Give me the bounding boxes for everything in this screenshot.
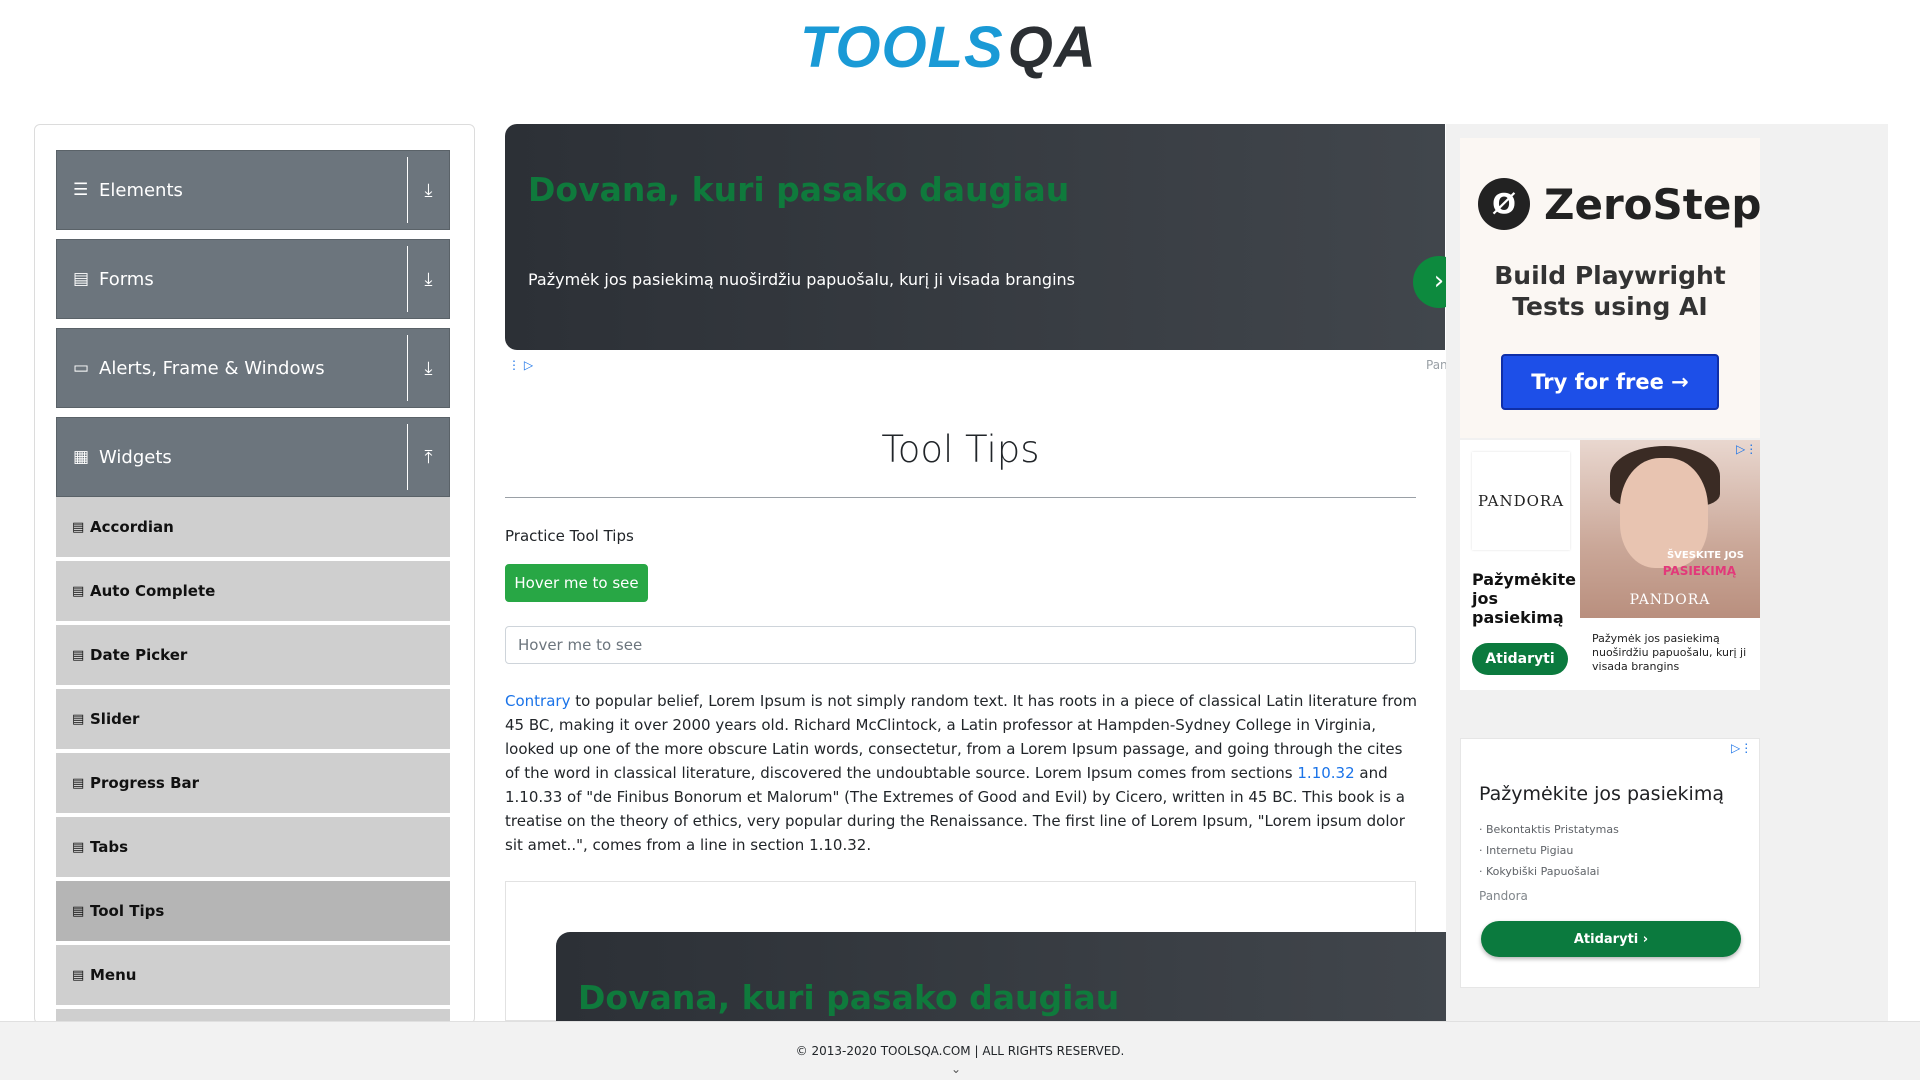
try-for-free-button[interactable]: Try for free → (1501, 354, 1719, 410)
hover-button[interactable]: Hover me to see (505, 564, 648, 602)
divider (505, 497, 1416, 498)
adchoices-icon[interactable]: ▷⋮ (1736, 442, 1757, 456)
menu-icon: ☰ (73, 180, 89, 200)
ad-brand: Pandora (1479, 889, 1528, 903)
item-icon: ▤ (72, 647, 85, 663)
sidebar-group-alerts[interactable]: ▭ Alerts, Frame & Windows ⤓ (56, 328, 450, 408)
adchoices-icon[interactable]: ▷⋮ (1731, 741, 1752, 755)
sidebar-item-tabs[interactable]: ▤ Tabs (56, 817, 450, 879)
tagline-line-1: Build Playwright (1494, 261, 1726, 290)
section-link[interactable]: 1.10.32 (1297, 764, 1354, 782)
photo-text: PASIEKIMĄ (1662, 564, 1736, 578)
sidebar-item-accordian[interactable]: ▤ Accordian (56, 497, 450, 559)
sidebar-item-slider[interactable]: ▤ Slider (56, 689, 450, 751)
sidebar-group-widgets[interactable]: ▦ Widgets ⤒ (56, 417, 450, 497)
pandora-ad[interactable]: PANDORA Pažymėkite jos pasiekimą Atidary… (1460, 440, 1760, 690)
ad-title: Dovana, kuri pasako daugiau (578, 978, 1120, 1017)
item-icon: ▤ (72, 583, 85, 599)
toolsqa-logo[interactable]: TOOLS QA (800, 14, 1097, 81)
sidebar-item-label: Menu (90, 966, 137, 984)
pandora-caption: Pažymėk jos pasiekimą nuoširdžiu papuoša… (1592, 632, 1747, 673)
open-button[interactable]: Atidaryti (1472, 643, 1568, 675)
group-label: Forms (99, 268, 154, 290)
window-icon: ▭ (73, 358, 90, 378)
grid-icon: ▦ (73, 447, 90, 467)
sidebar-item-label: Progress Bar (90, 774, 200, 792)
logo-qa-text: QA (1007, 15, 1097, 80)
site-footer: © 2013-2020 TOOLSQA.COM | ALL RIGHTS RES… (0, 1021, 1920, 1080)
sidebar-item-tool-tips[interactable]: ▤ Tool Tips (56, 881, 450, 943)
site-header: TOOLS QA (0, 0, 1920, 100)
practice-label: Practice Tool Tips (505, 527, 634, 545)
item-icon: ▤ (72, 903, 85, 919)
sidebar-item-menu[interactable]: ▤ Menu (56, 945, 450, 1007)
adchoices-icon[interactable]: ⋮ ▷ (508, 358, 533, 372)
zerostep-brand: ZeroStep (1544, 179, 1762, 229)
tagline-line-2: Tests using AI (1512, 292, 1708, 321)
zerostep-tagline: Build Playwright Tests using AI (1460, 260, 1760, 322)
document-icon: ▤ (73, 269, 90, 289)
item-icon: ▤ (72, 775, 85, 791)
list-item: · Bekontaktis Pristatymas (1479, 823, 1619, 836)
zerostep-mark-icon: Ø (1478, 178, 1530, 230)
chevron-down-icon[interactable]: ⌄ (951, 1062, 961, 1076)
sidebar-group-elements[interactable]: ☰ Elements ⤓ (56, 150, 450, 230)
sidebar-item-label: Auto Complete (90, 582, 216, 600)
hover-input[interactable] (505, 626, 1416, 664)
ad-side-label: Pan (1426, 358, 1448, 372)
item-icon: ▤ (72, 519, 85, 535)
item-icon: ▤ (72, 839, 85, 855)
sidebar-item-date-picker[interactable]: ▤ Date Picker (56, 625, 450, 687)
contrary-link[interactable]: Contrary (505, 692, 570, 710)
download-icon[interactable]: ⤓ (407, 157, 449, 223)
photo-brand: PANDORA (1629, 592, 1711, 608)
group-label: Widgets (99, 446, 172, 468)
item-icon: ▤ (72, 711, 85, 727)
paragraph-text-1: to popular belief, Lorem Ipsum is not si… (505, 692, 1418, 782)
sidebar: ☰ Elements ⤓ ▤ Forms ⤓ ▭ Alerts, Frame &… (34, 124, 475, 1024)
sidebar-item-auto-complete[interactable]: ▤ Auto Complete (56, 561, 450, 623)
photo-text: ŠVESKITE JOS (1666, 550, 1744, 561)
sidebar-item-label: Slider (90, 710, 140, 728)
sidebar-item-progress-bar[interactable]: ▤ Progress Bar (56, 753, 450, 815)
list-item: · Internetu Pigiau (1479, 844, 1574, 857)
sidebar-item-label: Tabs (90, 838, 129, 856)
download-icon[interactable]: ⤓ (407, 335, 449, 401)
ad-bullets: · Bekontaktis Pristatymas · Internetu Pi… (1479, 819, 1619, 882)
copyright-text: © 2013-2020 TOOLSQA.COM | ALL RIGHTS RES… (795, 1044, 1125, 1058)
list-item: · Kokybiški Papuošalai (1479, 865, 1600, 878)
pandora-photo: ŠVESKITE JOS PASIEKIMĄ PANDORA (1580, 440, 1760, 618)
lorem-paragraph: Contrary to popular belief, Lorem Ipsum … (505, 689, 1420, 857)
sidebar-group-forms[interactable]: ▤ Forms ⤓ (56, 239, 450, 319)
group-label: Elements (99, 179, 183, 201)
sidebar-item-label: Tool Tips (90, 902, 165, 920)
sidebar-item-label: Date Picker (90, 646, 188, 664)
ad-text: Pažymėk jos pasiekimą nuoširdžiu papuoša… (528, 270, 1075, 289)
item-icon: ▤ (72, 967, 85, 983)
sidebar-item-label: Accordian (90, 518, 174, 536)
pandora-headline: Pažymėkite jos pasiekimą (1472, 570, 1576, 627)
pandora-logo: PANDORA (1472, 452, 1570, 550)
logo-tools-text: TOOLS (800, 15, 1004, 80)
banner-ad[interactable]: Dovana, kuri pasako daugiau Pažymėk jos … (505, 124, 1465, 350)
upload-icon[interactable]: ⤒ (407, 424, 449, 490)
download-icon[interactable]: ⤓ (407, 246, 449, 312)
open-button[interactable]: Atidaryti › (1481, 921, 1741, 957)
ad-title: Pažymėkite jos pasiekimą (1479, 783, 1724, 805)
pandora-text-ad[interactable]: ▷⋮ Pažymėkite jos pasiekimą · Bekontakti… (1460, 738, 1760, 988)
ad-title: Dovana, kuri pasako daugiau (528, 170, 1070, 209)
zerostep-logo: Ø ZeroStep (1478, 178, 1761, 230)
group-label: Alerts, Frame & Windows (99, 357, 325, 379)
zerostep-ad[interactable]: Ø ZeroStep Build Playwright Tests using … (1460, 138, 1761, 438)
page-title: Tool Tips (881, 428, 1040, 471)
